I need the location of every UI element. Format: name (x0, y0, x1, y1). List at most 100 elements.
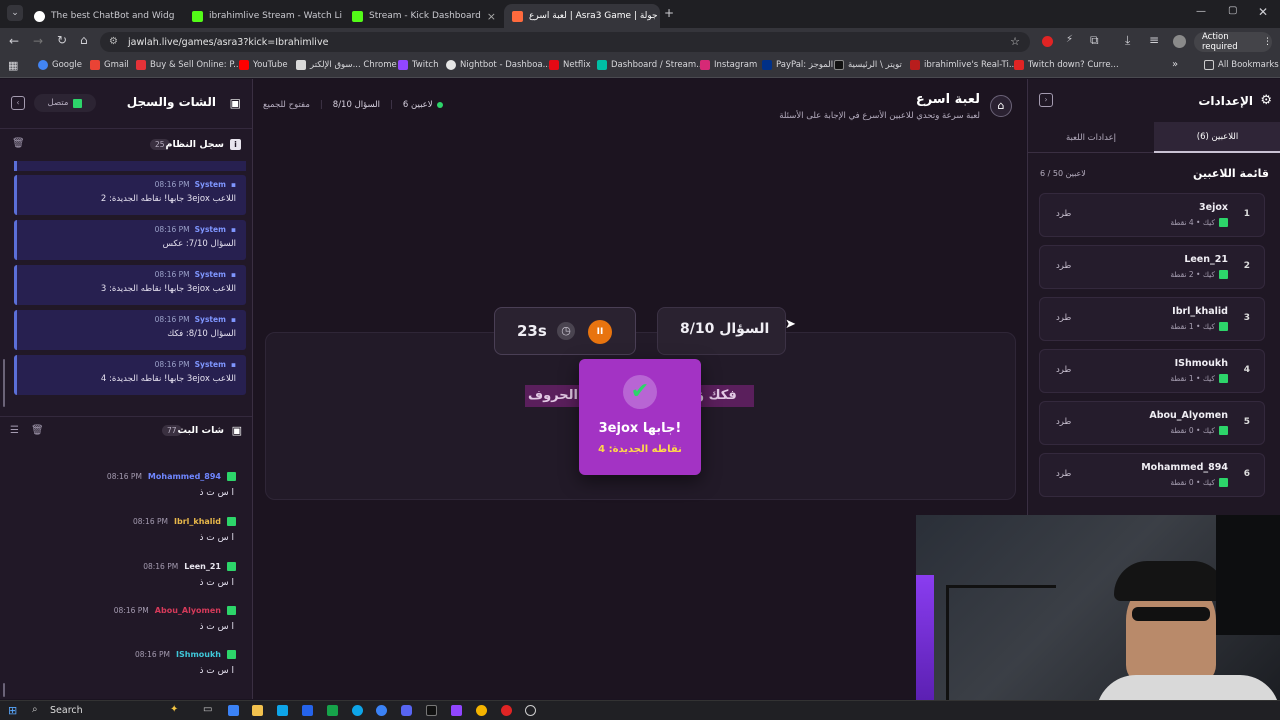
minimize-icon[interactable]: — (1196, 6, 1206, 17)
file-explorer-icon[interactable] (252, 705, 263, 716)
kick-player-button[interactable]: طرد (1056, 261, 1071, 271)
kick-player-button[interactable]: طرد (1056, 365, 1071, 375)
bookmark-nightbot[interactable]: Nightbot - Dashboa... (446, 60, 551, 70)
tab-game-settings[interactable]: إعدادات اللعبة (1028, 122, 1154, 153)
app-icon[interactable] (376, 705, 387, 716)
app-icon[interactable] (228, 705, 239, 716)
site-info-icon[interactable]: ⚙ (109, 36, 118, 47)
message-author[interactable]: Abou_Alyomen (155, 606, 221, 615)
window-close-icon[interactable]: ✕ (1258, 5, 1268, 19)
kick-player-button[interactable]: طرد (1056, 417, 1071, 427)
bookmark-paypal[interactable]: PayPal: الموجز (762, 60, 833, 70)
chrome-icon[interactable] (476, 705, 487, 716)
player-name: Mohammed_894 (1141, 462, 1228, 473)
bookmark-instagram[interactable]: Instagram (700, 60, 757, 70)
ebay-icon (136, 60, 146, 70)
tab-chatbot[interactable]: The best ChatBot and Widg × (26, 4, 178, 28)
kick-player-button[interactable]: طرد (1056, 469, 1071, 479)
chat-scrollbar[interactable] (3, 683, 5, 697)
apps-grid-icon[interactable]: ▦ (8, 59, 18, 72)
player-rank: 1 (1243, 209, 1250, 219)
home-button-icon[interactable]: ⌂ (990, 95, 1012, 117)
bookmark-netflix[interactable]: Netflix (549, 60, 591, 70)
app-icon[interactable] (501, 705, 512, 716)
download-icon[interactable]: ⤓ (1125, 33, 1130, 48)
app-icon[interactable] (451, 705, 462, 716)
players-chip: 6 لاعبين (402, 100, 433, 110)
bookmark-youtube[interactable]: YouTube (239, 60, 288, 70)
task-view-icon[interactable]: ▭ (203, 704, 212, 715)
app-icon[interactable] (302, 705, 313, 716)
bookmark-google[interactable]: Google (38, 60, 82, 70)
bot-icon: ▪ (230, 225, 236, 234)
pause-button-icon[interactable]: II (588, 320, 612, 344)
tab-search-icon[interactable]: ⌄ (7, 5, 23, 21)
bookmark-ibrahimlive[interactable]: ibrahimlive's Real-Ti... (910, 60, 1017, 70)
collapse-panel-icon[interactable]: › (1039, 93, 1053, 107)
system-log-header[interactable]: 🗑 25 سجل النظام i (0, 131, 252, 159)
bookmark-twitter[interactable]: تويتر \ الرئيسية (834, 60, 902, 70)
bookmark-star-icon[interactable]: ☆ (1010, 35, 1020, 48)
maximize-icon[interactable]: ▢ (1228, 5, 1237, 16)
all-bookmarks-button[interactable]: All Bookmarks (1204, 60, 1279, 70)
tab-kick-dashboard[interactable]: Stream - Kick Dashboard × (344, 4, 500, 28)
bookmark-twitch[interactable]: Twitch (398, 60, 439, 70)
chat-and-log-panel: ‹ متصل الشات والسجل ▣ 🗑 25 سجل النظام i … (0, 79, 253, 699)
back-icon[interactable]: ← (9, 34, 19, 48)
message-author[interactable]: Ibrl_khalid (174, 517, 221, 526)
app-icon[interactable] (327, 705, 338, 716)
discord-icon[interactable] (401, 705, 412, 716)
bookmark-label: Nightbot - Dashboa... (460, 60, 551, 70)
chatbot-favicon-icon (34, 10, 45, 22)
message-author[interactable]: Mohammed_894 (148, 472, 221, 481)
app-icon[interactable] (277, 705, 288, 716)
trash-icon[interactable]: 🗑 (12, 138, 25, 149)
system-log-scrollbar[interactable] (3, 359, 5, 407)
widget-icon[interactable]: ✦ (170, 704, 178, 715)
bookmark-label: Twitch (412, 60, 439, 70)
message-author[interactable]: Leen_21 (184, 562, 221, 571)
taskbar-search-label[interactable]: Search (50, 705, 83, 716)
player-name: 3ejox (1199, 202, 1228, 213)
obs-icon[interactable] (525, 705, 536, 716)
reload-icon[interactable]: ↻ (57, 33, 67, 47)
extensions-puzzle-icon[interactable]: ⧉ (1090, 33, 1099, 48)
media-icon[interactable]: ≡ (1149, 33, 1159, 47)
edge-browser-icon[interactable] (352, 705, 363, 716)
windows-start-icon[interactable]: ⊞ (8, 704, 17, 717)
message-author[interactable]: IShmoukh (176, 650, 221, 659)
filter-icon[interactable]: ☰ (10, 425, 19, 436)
bookmark-gmail[interactable]: Gmail (90, 60, 129, 70)
tab-label: لعبة اسرع | Asra3 Game | جولة (529, 11, 658, 21)
extension-icon[interactable]: ⚡ (1066, 34, 1073, 45)
trash-icon[interactable]: 🗑 (31, 425, 44, 436)
action-required-button[interactable]: Action required ⋮ (1194, 32, 1272, 52)
forward-icon[interactable]: → (33, 34, 43, 48)
bookmark-label: Gmail (104, 60, 129, 70)
extension-red-icon[interactable] (1042, 36, 1053, 47)
home-icon[interactable]: ⌂ (80, 33, 88, 47)
tab-asra3-game[interactable]: لعبة اسرع | Asra3 Game | جولة × (504, 4, 660, 28)
tab-players[interactable]: اللاعبين (6) (1154, 122, 1280, 153)
app-icon[interactable] (426, 705, 437, 716)
close-icon[interactable]: × (487, 10, 496, 23)
search-icon[interactable]: ⌕ (32, 704, 38, 715)
open-to-all-chip: مفتوح للجميع (263, 100, 310, 110)
game-status-chips: مفتوح للجميع | السؤال 8/10 | 6 لاعبين (263, 100, 443, 110)
online-dot-icon (436, 102, 443, 108)
bookmark-twitch-down[interactable]: Twitch down? Curre... (1014, 60, 1119, 70)
kick-player-button[interactable]: طرد (1056, 209, 1071, 219)
bookmark-chrome-store[interactable]: سوق الإلكتر... Chrome (296, 60, 397, 70)
panel-title: الشات والسجل (126, 95, 216, 109)
bookmark-ebay[interactable]: Buy & Sell Online: P... (136, 60, 241, 70)
new-tab-icon[interactable]: + (664, 6, 674, 20)
avatar[interactable] (1173, 35, 1186, 48)
kick-player-button[interactable]: طرد (1056, 313, 1071, 323)
folder-icon (1204, 60, 1214, 70)
bookmark-stream-dashboard[interactable]: Dashboard / Stream... (597, 60, 704, 70)
kick-logo-icon (227, 517, 236, 526)
tab-watch-live[interactable]: ibrahimlive Stream - Watch Live × (184, 4, 342, 28)
chevron-right-icon[interactable]: » (1172, 59, 1178, 70)
url-input[interactable]: ⚙ jawlah.live/games/asra3?kick=Ibrahimli… (100, 32, 1030, 52)
collapse-panel-icon[interactable]: ‹ (11, 96, 25, 110)
